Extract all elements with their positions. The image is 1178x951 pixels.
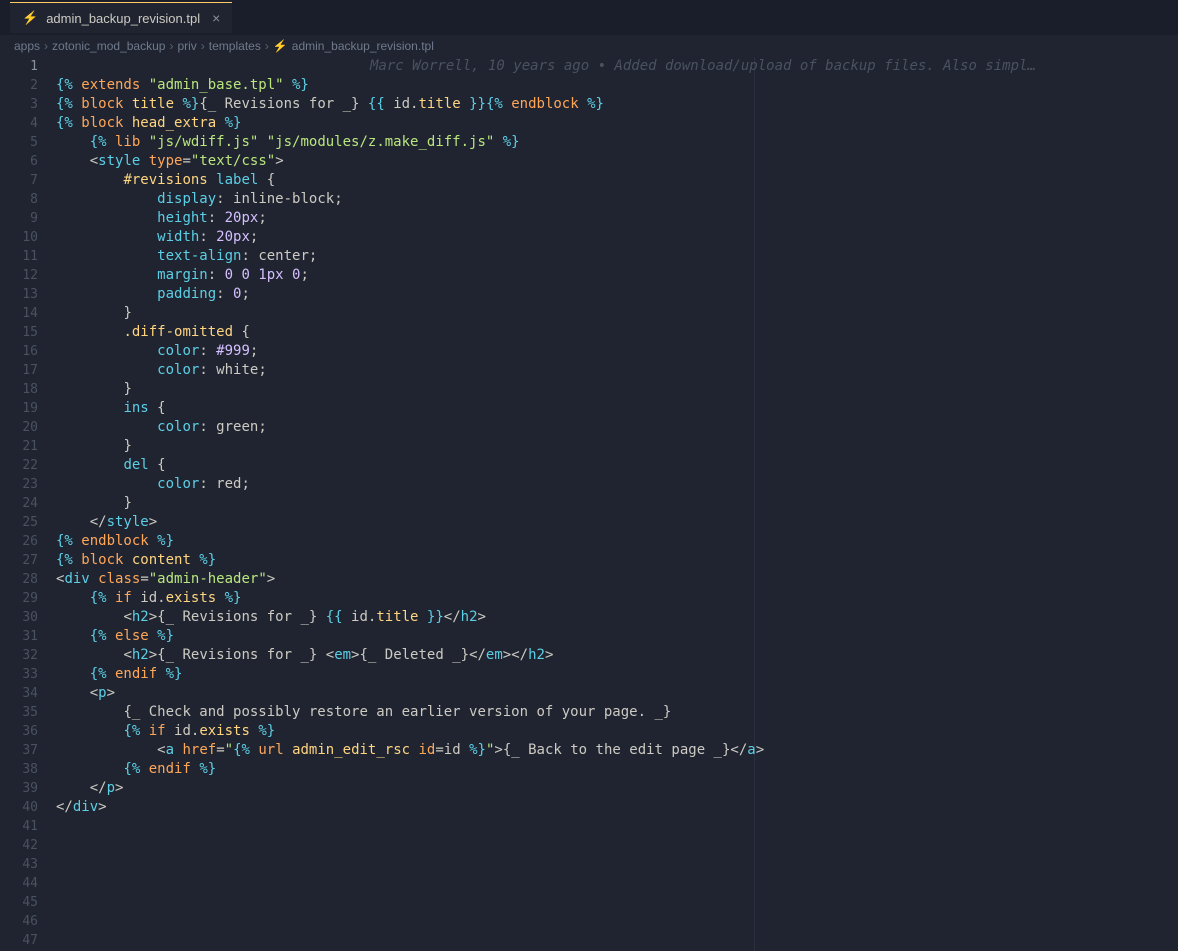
tab-filename: admin_backup_revision.tpl [46,11,200,26]
lightbulb-icon: ⚡ [22,10,38,26]
breadcrumb: apps › zotonic_mod_backup › priv › templ… [0,35,1178,57]
chevron-right-icon: › [169,39,173,53]
code-editor[interactable]: 1234567891011121314151617181920212223242… [0,57,1178,951]
breadcrumb-item[interactable]: apps [14,39,40,53]
chevron-right-icon: › [44,39,48,53]
breadcrumb-item[interactable]: priv [177,39,196,53]
file-tab[interactable]: ⚡ admin_backup_revision.tpl × [10,2,232,33]
breadcrumb-item[interactable]: zotonic_mod_backup [52,39,165,53]
code-content[interactable]: Marc Worrell, 10 years ago • Added downl… [56,57,1178,951]
breadcrumb-item[interactable]: templates [209,39,261,53]
line-number-gutter: 1234567891011121314151617181920212223242… [0,57,56,951]
close-icon[interactable]: × [212,10,220,26]
chevron-right-icon: › [265,39,269,53]
git-blame-annotation: Marc Worrell, 10 years ago • Added downl… [370,57,1036,76]
chevron-right-icon: › [201,39,205,53]
lightbulb-icon: ⚡ [273,39,288,53]
breadcrumb-item[interactable]: ⚡admin_backup_revision.tpl [273,39,434,53]
tab-bar: ⚡ admin_backup_revision.tpl × [0,0,1178,35]
